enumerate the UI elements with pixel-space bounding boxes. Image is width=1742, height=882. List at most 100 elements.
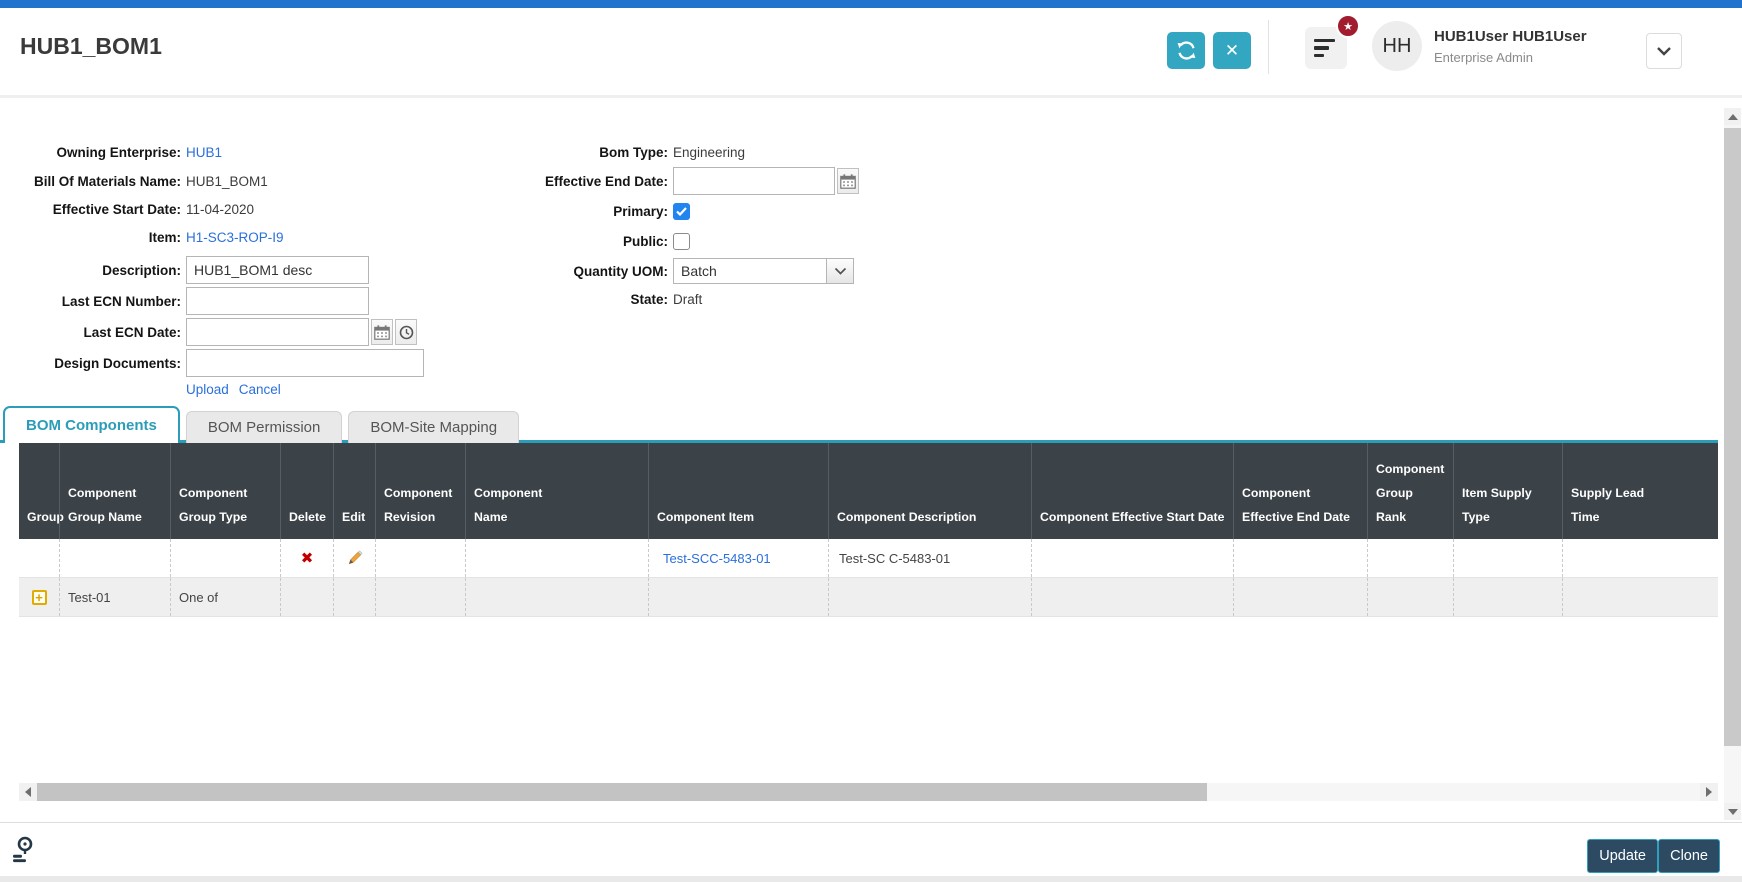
bom-name-label: Bill Of Materials Name:	[33, 173, 181, 189]
horizontal-scroll-thumb[interactable]	[37, 783, 1207, 801]
description-label: Description:	[102, 262, 181, 278]
delete-row-icon[interactable]: ✖	[301, 549, 314, 567]
scroll-left-button[interactable]	[19, 783, 37, 801]
design-documents-input[interactable]	[186, 349, 424, 377]
quantity-uom-select[interactable]: Batch	[673, 258, 854, 284]
col-component-effective-start-date[interactable]: Component Effective Start Date	[1031, 443, 1233, 539]
tab-bom-site-mapping[interactable]: BOM-Site Mapping	[348, 411, 520, 443]
col-group[interactable]: Group	[19, 443, 64, 539]
close-button[interactable]: ✕	[1213, 32, 1251, 69]
refresh-icon	[1177, 41, 1195, 60]
scroll-down-button[interactable]	[1724, 803, 1741, 820]
cancel-link[interactable]: Cancel	[239, 382, 281, 397]
star-icon: ★	[1343, 20, 1353, 33]
col-edit[interactable]: Edit	[333, 443, 375, 539]
last-ecn-date-time-button[interactable]	[395, 319, 417, 345]
col-component-item[interactable]: Component Item	[648, 443, 828, 539]
check-icon	[676, 206, 687, 216]
col-component-group-type[interactable]: Component Group Type	[170, 443, 280, 539]
quantity-uom-value: Batch	[681, 263, 717, 279]
component-description-cell: Test-SC C-5483-01	[828, 539, 1031, 577]
col-component-description[interactable]: Component Description	[828, 443, 1031, 539]
public-checkbox[interactable]	[673, 232, 690, 250]
effective-start-label: Effective Start Date:	[52, 201, 181, 217]
bom-name-value: HUB1_BOM1	[186, 173, 268, 189]
user-avatar[interactable]: HH	[1372, 21, 1422, 71]
bom-type-value: Engineering	[673, 144, 746, 160]
col-component-effective-end-date[interactable]: Component Effective End Date	[1233, 443, 1367, 539]
arrow-right-icon	[1706, 787, 1712, 797]
page-title: HUB1_BOM1	[20, 33, 162, 59]
col-component-group-name[interactable]: Component Group Name	[59, 443, 170, 539]
scroll-right-button[interactable]	[1700, 783, 1718, 801]
audit-trail-icon	[13, 836, 33, 863]
menu-icon	[1314, 38, 1335, 43]
tab-bar: BOM Components BOM Permission BOM-Site M…	[3, 406, 525, 443]
col-component-revision[interactable]: Component Revision	[375, 443, 465, 539]
arrow-up-icon	[1727, 113, 1738, 120]
header-divider	[1268, 20, 1269, 74]
close-icon: ✕	[1224, 40, 1240, 60]
primary-label: Primary:	[613, 203, 668, 219]
scroll-up-button[interactable]	[1724, 108, 1741, 125]
chevron-down-icon	[1657, 47, 1671, 56]
public-label: Public:	[622, 233, 668, 249]
description-input[interactable]	[186, 256, 369, 284]
effective-end-label: Effective End Date:	[544, 173, 668, 189]
primary-checkbox[interactable]	[673, 202, 690, 220]
header-separator	[0, 95, 1742, 98]
table-row: ✖ Test-SCC-5483-01 Test-SC C-5483-01	[19, 539, 1718, 578]
col-supply-lead-time[interactable]: Supply Lead Time	[1562, 443, 1718, 539]
owning-enterprise-link[interactable]: HUB1	[186, 145, 222, 160]
audit-trail-button[interactable]	[11, 836, 35, 868]
item-link[interactable]: H1-SC3-ROP-I9	[186, 230, 284, 245]
bom-components-table: Group Component Group Name Component Gro…	[19, 443, 1718, 617]
effective-start-value: 11-04-2020	[186, 201, 255, 217]
clone-button[interactable]: Clone	[1658, 839, 1720, 873]
calendar-icon	[374, 324, 390, 340]
chevron-down-icon	[834, 267, 846, 275]
effective-end-date-input[interactable]	[673, 167, 835, 195]
table-row: + Test-01 One of	[19, 578, 1718, 617]
update-button[interactable]: Update	[1587, 839, 1658, 873]
col-component-group-rank[interactable]: Component Group Rank	[1367, 443, 1453, 539]
horizontal-scrollbar[interactable]	[19, 783, 1718, 801]
app-header: HUB1_BOM1 ✕ ★ HH HUB1User HUB1User Enter…	[0, 8, 1742, 86]
design-documents-label: Design Documents:	[54, 355, 181, 371]
upload-link[interactable]: Upload	[186, 382, 229, 397]
col-delete[interactable]: Delete	[280, 443, 333, 539]
last-ecn-number-label: Last ECN Number:	[61, 293, 181, 309]
arrow-down-icon	[1727, 808, 1738, 815]
component-group-type-cell: One of	[170, 578, 280, 616]
col-component-name[interactable]: Component Name	[465, 443, 648, 539]
tab-bom-permission[interactable]: BOM Permission	[185, 411, 343, 443]
table-header-row: Group Component Group Name Component Gro…	[19, 443, 1718, 539]
user-menu-button[interactable]	[1646, 33, 1682, 69]
component-item-link[interactable]: Test-SCC-5483-01	[663, 551, 771, 566]
component-group-name-cell: Test-01	[59, 578, 170, 616]
state-label: State:	[630, 291, 668, 307]
bom-detail-page: HUB1_BOM1 ✕ ★ HH HUB1User HUB1User Enter…	[0, 0, 1742, 882]
calendar-icon	[840, 173, 856, 189]
col-item-supply-type[interactable]: Item Supply Type	[1453, 443, 1562, 539]
arrow-left-icon	[25, 787, 31, 797]
edit-pencil-icon[interactable]	[346, 549, 363, 567]
state-value: Draft	[673, 291, 703, 307]
item-label: Item:	[148, 229, 181, 245]
user-name: HUB1User HUB1User	[1434, 28, 1587, 45]
bottom-strip	[0, 876, 1742, 882]
top-accent-bar	[0, 0, 1742, 8]
last-ecn-date-calendar-button[interactable]	[371, 319, 393, 345]
vertical-scrollbar[interactable]	[1724, 108, 1741, 820]
expand-group-icon[interactable]: +	[31, 589, 47, 605]
refresh-button[interactable]	[1167, 32, 1205, 69]
owning-enterprise-label: Owning Enterprise:	[56, 144, 181, 160]
notification-badge: ★	[1336, 14, 1360, 38]
last-ecn-number-input[interactable]	[186, 287, 369, 315]
action-footer: Update Clone	[0, 822, 1742, 876]
last-ecn-date-input[interactable]	[186, 318, 369, 346]
vertical-scroll-thumb[interactable]	[1724, 128, 1741, 746]
tab-bom-components[interactable]: BOM Components	[3, 406, 180, 443]
user-role: Enterprise Admin	[1434, 50, 1533, 65]
effective-end-calendar-button[interactable]	[837, 168, 859, 194]
